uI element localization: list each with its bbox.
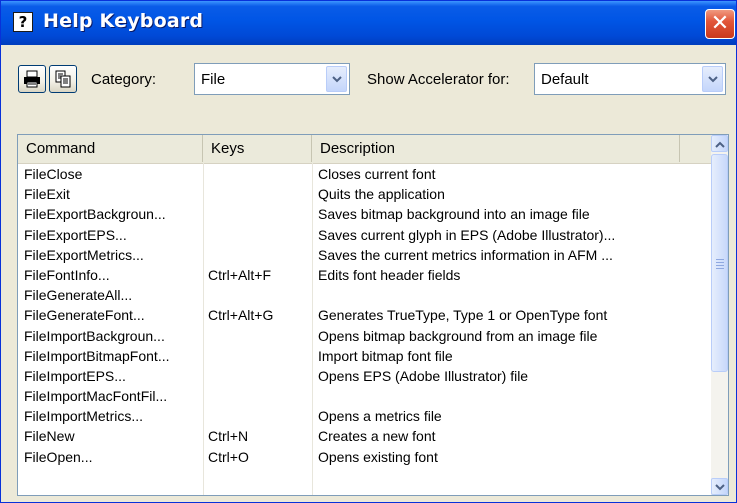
command-cell: FileImportMacFontFil... [24,388,168,405]
grip-line [716,262,724,263]
keys-cell [208,245,308,265]
command-cell: FileImportBitmapFont... [24,347,170,364]
description-cell: Saves current glyph in EPS (Adobe Illust… [318,226,616,243]
command-cell: FileExportMetrics... [24,246,144,263]
keys-cell: Ctrl+O [208,448,249,465]
description-cell: Creates a new font [318,428,436,445]
keys-cell: Ctrl+N [208,428,249,445]
column-header-empty[interactable] [680,135,711,162]
category-select[interactable]: File [194,63,350,95]
table-row[interactable]: FileExit Quits the application [18,184,711,204]
table-row[interactable]: FileImportEPS... Opens EPS (Adobe Illustr… [18,366,711,386]
table-row[interactable]: FileImportBitmapFont... Import bitmap fon… [18,346,711,366]
command-cell: FileFontInfo... [24,266,110,283]
keys-cell: Ctrl+Alt+G [208,307,274,324]
scroll-thumb[interactable] [711,154,728,372]
help-icon: ? [13,12,33,32]
chevron-down-icon [332,76,342,83]
print-button[interactable] [18,65,46,93]
command-cell: FileNew [24,428,75,445]
description-cell [318,285,708,305]
table-row[interactable]: FileExportMetrics... Saves the current me… [18,245,711,265]
description-cell: Import bitmap font file [318,347,453,364]
table-row[interactable]: FileImportMetrics... Opens a metrics file [18,406,711,426]
keys-cell [208,225,308,245]
command-cell: FileOpen... [24,448,93,465]
scroll-down-button[interactable] [711,478,728,495]
keys-cell [208,204,308,224]
table-row[interactable]: FileOpen... Ctrl+O Opens existing font [18,447,711,467]
command-cell: FileGenerateAll... [24,287,133,304]
description-cell: Opens EPS (Adobe Illustrator) file [318,367,529,384]
keys-cell [208,184,308,204]
scroll-up-button[interactable] [711,135,728,152]
command-cell: FileImportEPS... [24,367,126,384]
command-cell: FileClose [24,166,83,182]
table-row[interactable]: FileGenerateFont... Ctrl+Alt+G Generates T… [18,305,711,325]
keys-cell [208,366,308,386]
chevron-down-icon [715,484,725,491]
copy-button[interactable] [49,65,77,93]
grip-line [716,268,724,269]
window-title: Help Keyboard [43,10,204,32]
column-header-command[interactable]: Command [18,135,203,162]
table-row[interactable]: FileNew Ctrl+N Creates a new font [18,426,711,446]
table-row[interactable]: FileExportEPS... Saves current glyph in E… [18,225,711,245]
description-cell [318,386,708,406]
vertical-scrollbar[interactable] [711,135,728,495]
keys-cell [208,285,308,305]
commands-table: Command Keys Description FileClose Closes… [17,134,729,496]
keys-cell [208,346,308,366]
command-cell: FileExit [24,186,70,203]
table-row[interactable]: FileImportBackgroun... Opens bitmap backg… [18,326,711,346]
copy-icon [55,70,71,88]
close-icon: ✕ [710,11,730,36]
table-row[interactable]: FileImportMacFontFil... [18,386,711,406]
title-bar[interactable]: ? Help Keyboard ✕ [1,1,736,45]
chevron-up-icon [715,141,725,148]
grip-line [716,265,724,266]
table-body: FileClose Closes current font FileExit Qui… [18,164,711,467]
table-row[interactable]: FileExportBackgroun... Saves bitmap backg… [18,204,711,224]
category-dropdown-button[interactable] [326,66,347,92]
description-cell: Opens bitmap background from an image fi… [318,327,598,344]
table-row[interactable]: FileClose Closes current font [18,164,711,184]
accelerator-value: Default [541,71,589,88]
description-cell: Saves the current metrics information in… [318,246,613,263]
category-value: File [201,71,226,88]
keys-cell [208,326,308,346]
keys-cell: Ctrl+Alt+F [208,266,272,283]
close-button[interactable]: ✕ [705,9,735,39]
description-cell: Quits the application [318,186,445,203]
keys-cell [208,164,308,184]
command-cell: FileExportBackgroun... [24,206,166,223]
help-keyboard-dialog: ? Help Keyboard ✕ Category: File Show Ac… [0,0,737,503]
accelerator-label: Show Accelerator for: [367,71,510,88]
column-header-keys[interactable]: Keys [203,135,312,162]
chevron-down-icon [708,76,718,83]
grip-line [716,259,724,260]
column-header-description[interactable]: Description [312,135,680,162]
table-header: Command Keys Description [18,135,711,164]
description-cell: Opens existing font [318,448,438,465]
accelerator-dropdown-button[interactable] [702,66,723,92]
command-cell: FileExportEPS... [24,226,127,243]
description-cell: Edits font header fields [318,266,461,283]
description-cell: Saves bitmap background into an image fi… [318,206,590,223]
description-cell: Opens a metrics file [318,408,442,425]
command-cell: FileImportBackgroun... [24,327,165,344]
description-cell: Generates TrueType, Type 1 or OpenType f… [318,307,608,324]
command-cell: FileImportMetrics... [24,408,144,425]
table-row[interactable]: FileFontInfo... Ctrl+Alt+F Edits font head… [18,265,711,285]
table-row[interactable]: FileGenerateAll... [18,285,711,305]
keys-cell [208,406,308,426]
keys-cell [208,386,308,406]
printer-icon [24,70,40,88]
category-label: Category: [91,71,157,88]
description-cell: Closes current font [318,166,436,182]
command-cell: FileGenerateFont... [24,307,145,324]
accelerator-select[interactable]: Default [534,63,726,95]
